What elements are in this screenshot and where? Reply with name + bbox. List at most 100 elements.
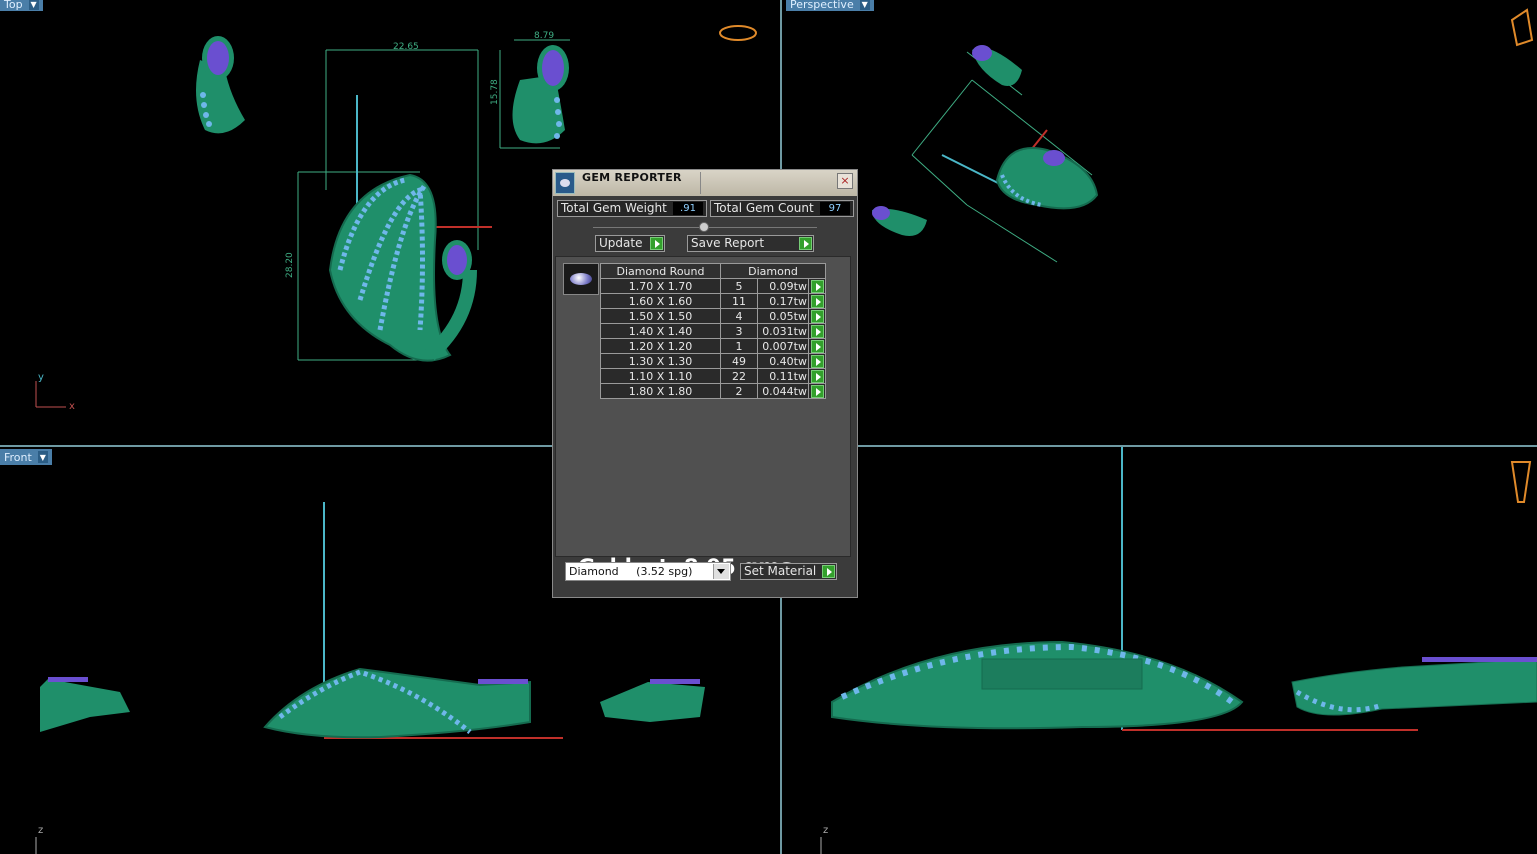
select-row-button[interactable] bbox=[808, 308, 826, 324]
earring-front-right bbox=[600, 679, 705, 722]
gem-size: 1.70 X 1.70 bbox=[600, 278, 721, 294]
right-scene: z bbox=[820, 447, 1537, 854]
gem-count: 11 bbox=[720, 293, 758, 309]
table-row: 1.80 X 1.80 2 0.044tw bbox=[600, 383, 826, 399]
earring-perspective-left bbox=[872, 206, 927, 236]
dim-top-height: 28.20 bbox=[285, 252, 295, 278]
gem-weight: 0.40tw bbox=[757, 353, 809, 369]
chevron-down-icon[interactable]: ▼ bbox=[37, 451, 48, 463]
gem-count: 49 bbox=[720, 353, 758, 369]
gem-weight: 0.031tw bbox=[757, 323, 809, 339]
table-row: 1.50 X 1.50 4 0.05tw bbox=[600, 308, 826, 324]
dialog-titlebar[interactable]: GEM REPORTER × bbox=[553, 170, 857, 196]
play-icon bbox=[811, 310, 824, 323]
ring-right-view bbox=[831, 640, 1244, 730]
collapse-toggle[interactable] bbox=[699, 222, 709, 232]
viewport-tab-perspective[interactable]: Perspective ▼ bbox=[786, 0, 874, 11]
total-gem-count-value: 97 bbox=[820, 202, 850, 215]
gem-list-panel: Diamond Round Diamond 1.70 X 1.70 5 0.09… bbox=[555, 256, 851, 579]
set-material-label: Set Material bbox=[744, 564, 817, 578]
gem-size: 1.50 X 1.50 bbox=[600, 308, 721, 324]
play-icon bbox=[811, 295, 824, 308]
axis-x-label: x bbox=[69, 401, 75, 412]
gem-weight: 0.17tw bbox=[757, 293, 809, 309]
title-divider bbox=[700, 172, 701, 194]
gem-weight: 0.007tw bbox=[757, 338, 809, 354]
gem-size: 1.30 X 1.30 bbox=[600, 353, 721, 369]
dim-side-height: 15.78 bbox=[490, 79, 500, 105]
total-gem-weight-label: Total Gem Weight bbox=[561, 201, 667, 215]
chevron-down-icon[interactable]: ▼ bbox=[859, 0, 870, 10]
earring-right-view bbox=[1291, 657, 1537, 716]
ring-front-view bbox=[263, 667, 531, 739]
select-row-button[interactable] bbox=[808, 353, 826, 369]
select-row-button[interactable] bbox=[808, 293, 826, 309]
diamond-icon[interactable] bbox=[563, 263, 599, 295]
table-row: 1.30 X 1.30 49 0.40tw bbox=[600, 353, 826, 369]
gem-weight: 0.044tw bbox=[757, 383, 809, 399]
axis-indicator bbox=[35, 381, 66, 408]
gem-reporter-icon bbox=[555, 172, 575, 194]
play-icon bbox=[811, 385, 824, 398]
table-row: 1.60 X 1.60 11 0.17tw bbox=[600, 293, 826, 309]
material-select-value: Diamond (3.52 spg) bbox=[569, 565, 693, 578]
ring-top-view bbox=[328, 173, 477, 362]
set-material-button[interactable]: Set Material bbox=[740, 563, 837, 580]
play-icon bbox=[822, 565, 835, 578]
axis-y-label: y bbox=[38, 372, 44, 383]
dialog-title: GEM REPORTER bbox=[582, 171, 682, 184]
select-row-button[interactable] bbox=[808, 338, 826, 354]
axis-z-label: z bbox=[38, 825, 43, 836]
total-gem-count-label: Total Gem Count bbox=[714, 201, 814, 215]
table-row: 1.10 X 1.10 22 0.11tw bbox=[600, 368, 826, 384]
dim-side-width: 8.79 bbox=[534, 31, 554, 41]
play-icon bbox=[811, 280, 824, 293]
select-row-button[interactable] bbox=[808, 278, 826, 294]
total-gem-count: Total Gem Count 97 bbox=[710, 200, 854, 217]
select-row-button[interactable] bbox=[808, 368, 826, 384]
total-gem-weight: Total Gem Weight .91 bbox=[557, 200, 707, 217]
gem-weight: 0.11tw bbox=[757, 368, 809, 384]
material-select[interactable]: Diamond (3.52 spg) bbox=[565, 562, 731, 581]
save-report-button[interactable]: Save Report bbox=[687, 235, 814, 252]
play-icon bbox=[811, 355, 824, 368]
play-icon bbox=[811, 340, 824, 353]
update-label: Update bbox=[599, 236, 643, 250]
play-icon bbox=[811, 370, 824, 383]
column-header-shape: Diamond Round bbox=[600, 263, 721, 279]
play-icon bbox=[811, 325, 824, 338]
gem-size: 1.10 X 1.10 bbox=[600, 368, 721, 384]
chevron-down-icon[interactable]: ▼ bbox=[28, 0, 39, 10]
gem-size: 1.80 X 1.80 bbox=[600, 383, 721, 399]
viewport-tab-top[interactable]: Top ▼ bbox=[0, 0, 43, 11]
gem-count: 4 bbox=[720, 308, 758, 324]
gem-count: 1 bbox=[720, 338, 758, 354]
total-gem-weight-value: .91 bbox=[673, 202, 703, 215]
chevron-down-icon[interactable] bbox=[713, 564, 729, 579]
ring-perspective bbox=[995, 147, 1099, 210]
close-button[interactable]: × bbox=[837, 173, 853, 189]
play-icon bbox=[799, 237, 812, 250]
select-row-button[interactable] bbox=[808, 383, 826, 399]
update-button[interactable]: Update bbox=[595, 235, 665, 252]
dim-top-width: 22.65 bbox=[393, 42, 419, 52]
earring-left bbox=[196, 36, 245, 134]
viewport-tab-front[interactable]: Front ▼ bbox=[0, 449, 52, 465]
perspective-viewport[interactable]: Perspective ▼ bbox=[782, 0, 1537, 445]
table-row: 1.40 X 1.40 3 0.031tw bbox=[600, 323, 826, 339]
select-row-button[interactable] bbox=[808, 323, 826, 339]
view-cube-icon[interactable] bbox=[1510, 8, 1534, 47]
viewport-label: Top bbox=[4, 0, 23, 11]
gem-count: 3 bbox=[720, 323, 758, 339]
gem-size: 1.20 X 1.20 bbox=[600, 338, 721, 354]
table-row: 1.20 X 1.20 1 0.007tw bbox=[600, 338, 826, 354]
gem-table: Diamond Round Diamond 1.70 X 1.70 5 0.09… bbox=[600, 263, 826, 399]
view-cube-icon[interactable] bbox=[719, 25, 757, 41]
right-viewport[interactable]: z bbox=[782, 447, 1537, 854]
gem-weight: 0.09tw bbox=[757, 278, 809, 294]
gem-size: 1.40 X 1.40 bbox=[600, 323, 721, 339]
gem-count: 5 bbox=[720, 278, 758, 294]
view-cube-icon[interactable] bbox=[1510, 461, 1532, 503]
earring-perspective-top bbox=[972, 45, 1022, 86]
gem-size: 1.60 X 1.60 bbox=[600, 293, 721, 309]
